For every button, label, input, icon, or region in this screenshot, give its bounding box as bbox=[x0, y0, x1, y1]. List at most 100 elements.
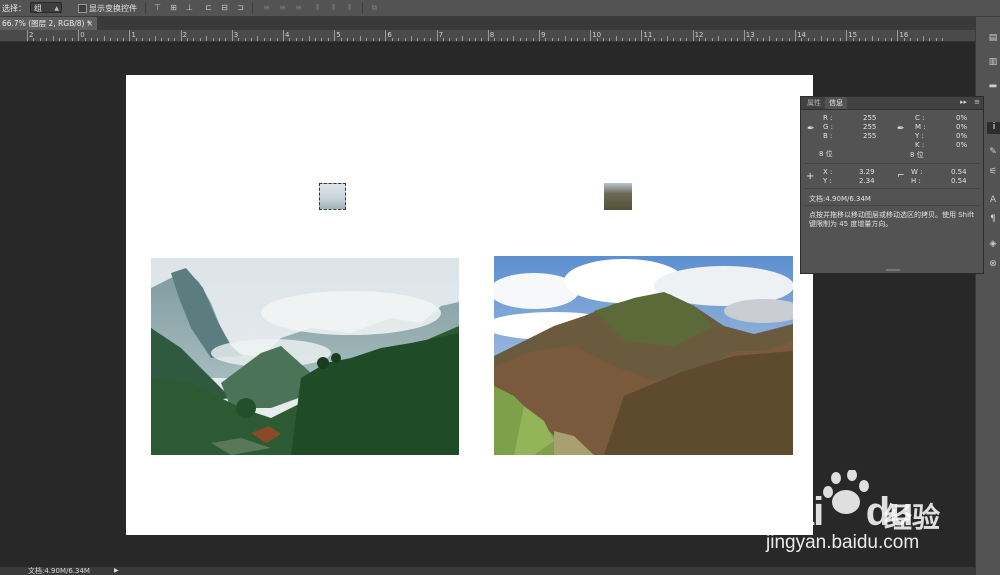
channels-icon[interactable]: ⊗ bbox=[988, 259, 998, 269]
histogram-icon[interactable]: ▂ bbox=[988, 78, 998, 88]
align-right-icon[interactable]: ⊐ bbox=[236, 3, 245, 12]
ruler-tick bbox=[705, 38, 707, 41]
distribute-hcenter-icon[interactable]: ⦀ bbox=[329, 3, 338, 12]
ruler-tick bbox=[142, 38, 144, 41]
bit-depth-right: 8 位 bbox=[910, 151, 924, 159]
tab-properties[interactable]: 属性 bbox=[803, 97, 825, 109]
h-value: 0.54 bbox=[951, 177, 967, 185]
ruler-tick bbox=[782, 38, 784, 41]
ruler-tick bbox=[865, 38, 867, 41]
ruler-tick bbox=[667, 36, 668, 41]
y-pos-label: Y : bbox=[823, 177, 832, 185]
ruler-tick bbox=[718, 36, 720, 41]
align-left-icon[interactable]: ⊏ bbox=[204, 3, 213, 12]
ruler-tick bbox=[852, 38, 854, 41]
horizontal-ruler[interactable]: 2 0 1 2 3 4 5 6 7 8 9 10 11 12 13 14 15 16 bbox=[0, 30, 975, 42]
history-icon[interactable]: ▤ bbox=[988, 33, 998, 43]
ruler-tick bbox=[327, 38, 329, 41]
y-label: Y : bbox=[915, 132, 924, 140]
k-label: K : bbox=[915, 141, 925, 149]
ruler-tick bbox=[263, 38, 265, 41]
align-vcenter-icon[interactable]: ⊞ bbox=[169, 3, 178, 12]
close-icon[interactable]: × bbox=[87, 17, 93, 30]
ruler-tick bbox=[737, 38, 739, 41]
ruler-tick bbox=[385, 30, 387, 41]
eyedropper-icon: ✒ bbox=[807, 124, 815, 134]
brush-icon[interactable]: ✎ bbox=[988, 147, 998, 157]
distribute-left-icon[interactable]: ⦀ bbox=[313, 3, 322, 12]
distribute-vcenter-icon[interactable]: ≡ bbox=[278, 3, 287, 12]
info-panel-tabs: 属性 信息 ▸▸ ≡ bbox=[801, 97, 983, 110]
ruler-tick bbox=[500, 38, 502, 41]
ruler-tick bbox=[449, 38, 451, 41]
properties-icon[interactable]: ▥ bbox=[988, 57, 998, 67]
ruler-tick bbox=[788, 38, 790, 41]
character-icon[interactable]: A bbox=[988, 195, 998, 205]
ruler-tick bbox=[807, 38, 809, 41]
ruler-tick bbox=[647, 38, 649, 41]
align-hcenter-icon[interactable]: ⊟ bbox=[220, 3, 229, 12]
resize-grip[interactable] bbox=[886, 269, 900, 271]
ruler-tick bbox=[743, 30, 745, 41]
w-value: 0.54 bbox=[951, 168, 967, 176]
b-value: 255 bbox=[863, 132, 877, 140]
ruler-tick bbox=[423, 38, 425, 41]
document-tab[interactable]: 66.7% (图层 2, RGB/8) * × bbox=[0, 17, 97, 30]
ruler-tick bbox=[692, 30, 694, 41]
show-transform-checkbox[interactable] bbox=[78, 4, 87, 13]
ruler-tick bbox=[103, 36, 105, 41]
divider bbox=[145, 2, 146, 14]
w-label: W : bbox=[911, 168, 923, 176]
ruler-tick bbox=[334, 30, 336, 41]
crosshair-icon: + bbox=[806, 171, 815, 182]
ruler-tick bbox=[603, 38, 604, 41]
collapse-icon[interactable]: ▸▸ bbox=[960, 98, 967, 106]
layer-thumbnail[interactable] bbox=[604, 183, 632, 210]
h-label: H : bbox=[911, 177, 921, 185]
ruler-tick bbox=[929, 38, 931, 41]
ruler-tick bbox=[731, 38, 732, 41]
status-menu-arrow-icon[interactable]: ▶ bbox=[114, 567, 119, 575]
ruler-tick bbox=[462, 36, 464, 41]
ruler-tick bbox=[347, 38, 348, 41]
document-canvas[interactable] bbox=[126, 75, 813, 535]
ruler-tick bbox=[814, 38, 816, 41]
layers-icon[interactable]: ◈ bbox=[988, 239, 998, 249]
paragraph-icon[interactable]: ¶ bbox=[988, 214, 998, 224]
ruler-tick bbox=[532, 38, 534, 41]
distribute-right-icon[interactable]: ⦀ bbox=[345, 3, 354, 12]
ruler-tick bbox=[148, 38, 150, 41]
bit-depth-left: 8 位 bbox=[819, 150, 833, 158]
ruler-tick bbox=[564, 36, 566, 41]
ruler-tick bbox=[251, 38, 252, 41]
ruler-tick bbox=[481, 38, 483, 41]
ruler-tick bbox=[878, 38, 880, 41]
ruler-tick bbox=[724, 38, 726, 41]
info-icon[interactable]: i bbox=[987, 122, 1000, 134]
adjust-icon[interactable]: ⚟ bbox=[988, 167, 998, 177]
misty-mountain-photo[interactable] bbox=[151, 258, 459, 455]
ruler-tick bbox=[795, 30, 796, 41]
ruler-tick bbox=[827, 38, 828, 41]
eyedropper-cmyk-icon: ✒ bbox=[897, 124, 905, 134]
ruler-tick bbox=[686, 38, 688, 41]
align-bottom-icon[interactable]: ⊥ bbox=[185, 3, 194, 12]
ruler-tick bbox=[571, 38, 572, 41]
auto-select-dropdown[interactable]: 组 ▲ bbox=[30, 2, 62, 13]
ruler-tick bbox=[654, 38, 656, 41]
distribute-top-icon[interactable]: ≡ bbox=[262, 3, 271, 12]
auto-align-icon[interactable]: ⧉ bbox=[370, 3, 379, 12]
ruler-tick bbox=[487, 30, 489, 41]
panel-menu-icon[interactable]: ≡ bbox=[974, 98, 980, 106]
ruler-tick bbox=[71, 38, 73, 41]
ruler-tick bbox=[884, 38, 886, 41]
tab-info[interactable]: 信息 bbox=[825, 97, 847, 109]
ruler-tick bbox=[513, 36, 515, 41]
mountain-landscape-photo[interactable] bbox=[494, 256, 793, 455]
ruler-tick bbox=[577, 38, 579, 41]
ruler-tick bbox=[711, 38, 713, 41]
ruler-tick bbox=[225, 38, 227, 41]
distribute-bottom-icon[interactable]: ≡ bbox=[294, 3, 303, 12]
align-top-icon[interactable]: ⊤ bbox=[153, 3, 162, 12]
selected-layer-thumbnail[interactable] bbox=[319, 183, 346, 210]
